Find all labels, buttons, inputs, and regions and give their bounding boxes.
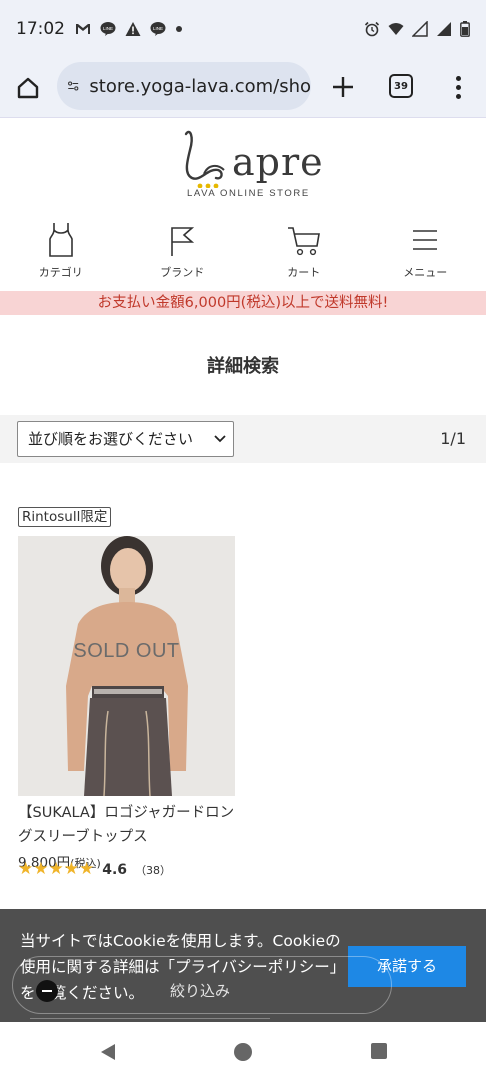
rating-value: 4.6: [102, 861, 128, 878]
status-bar: 17:02 LINE LINE: [0, 0, 486, 58]
new-tab-button[interactable]: [328, 72, 358, 102]
line-icon: LINE: [150, 22, 166, 36]
chevron-down-icon: [214, 435, 226, 443]
nav-category[interactable]: カテゴリ: [0, 222, 122, 288]
svg-text:LINE: LINE: [103, 26, 113, 31]
site-settings-icon[interactable]: [67, 76, 79, 96]
half-star-icon: ★: [79, 859, 95, 879]
svg-text:LINE: LINE: [153, 26, 163, 31]
gmail-icon: [76, 24, 90, 34]
star-icon: ★: [48, 859, 64, 879]
sort-selected-value: 並び順をお選びください: [28, 430, 194, 448]
logo-leaf-icon: [184, 130, 225, 188]
site-logo[interactable]: apre LAVA ONLINE STORE: [0, 118, 486, 218]
status-time: 17:02: [16, 19, 65, 39]
wifi-icon: [388, 23, 404, 35]
nav-label: メニュー: [403, 266, 448, 279]
star-icon: ★: [33, 859, 49, 879]
battery-icon: [460, 21, 470, 37]
home-button[interactable]: [0, 58, 56, 118]
model-photo: [18, 536, 235, 796]
back-icon[interactable]: [98, 1042, 118, 1062]
warning-icon: [125, 22, 141, 36]
nav-label: カート: [287, 266, 321, 279]
product-name[interactable]: 【SUKALA】ロゴジャガードロングスリーブトップス: [18, 801, 238, 849]
nav-label: ブランド: [160, 266, 205, 279]
rating-stars: ★ ★ ★ ★ ★ 4.6 （38）: [18, 861, 171, 878]
nav-menu[interactable]: メニュー: [365, 222, 486, 288]
hamburger-icon: [413, 230, 438, 250]
browser-toolbar: store.yoga-lava.com/sho 39: [0, 58, 486, 118]
free-shipping-banner: お支払い金額6,000円(税込)以上で送料無料!: [0, 291, 486, 315]
recents-icon[interactable]: [370, 1042, 388, 1060]
cart-icon: [287, 227, 320, 256]
product-badge: Rintosull限定: [18, 507, 112, 527]
signal-icon: [412, 21, 428, 37]
browser-menu-button[interactable]: [446, 72, 470, 102]
sold-out-label: SOLD OUT: [73, 640, 180, 662]
star-icon: ★: [63, 859, 79, 879]
tab-switcher-button[interactable]: 39: [389, 74, 413, 98]
address-bar[interactable]: store.yoga-lava.com/sho: [57, 62, 311, 110]
product-image[interactable]: SOLD OUT: [18, 536, 235, 796]
nav-cart[interactable]: カート: [243, 222, 365, 288]
sort-bar: 並び順をお選びください 1/1: [0, 415, 486, 463]
review-count: （38）: [135, 863, 172, 877]
system-nav-bar: [0, 1022, 486, 1080]
tank-top-icon: [48, 223, 73, 257]
filter-label: 絞り込み: [170, 982, 231, 1000]
category-nav: カテゴリ ブランド カート メニュー: [0, 222, 486, 288]
logo-subtitle: LAVA ONLINE STORE: [187, 188, 310, 199]
home-nav-icon[interactable]: [233, 1042, 253, 1062]
signal-icon: [437, 22, 451, 36]
sort-select[interactable]: 並び順をお選びください: [17, 421, 234, 457]
nav-brand[interactable]: ブランド: [122, 222, 244, 288]
page-title: 詳細検索: [207, 356, 279, 377]
line-icon: LINE: [100, 22, 116, 36]
flag-icon: [171, 227, 195, 256]
alarm-icon: [364, 21, 380, 37]
logo-text: apre: [232, 140, 324, 184]
plus-icon: [333, 77, 353, 97]
page-count: 1/1: [440, 429, 466, 448]
url-text: store.yoga-lava.com/sho: [89, 75, 311, 97]
filter-minus-icon: [36, 980, 58, 1002]
star-icon: ★: [18, 859, 34, 879]
nav-label: カテゴリ: [38, 266, 83, 279]
dot-icon: [176, 26, 182, 32]
home-icon: [17, 77, 39, 98]
